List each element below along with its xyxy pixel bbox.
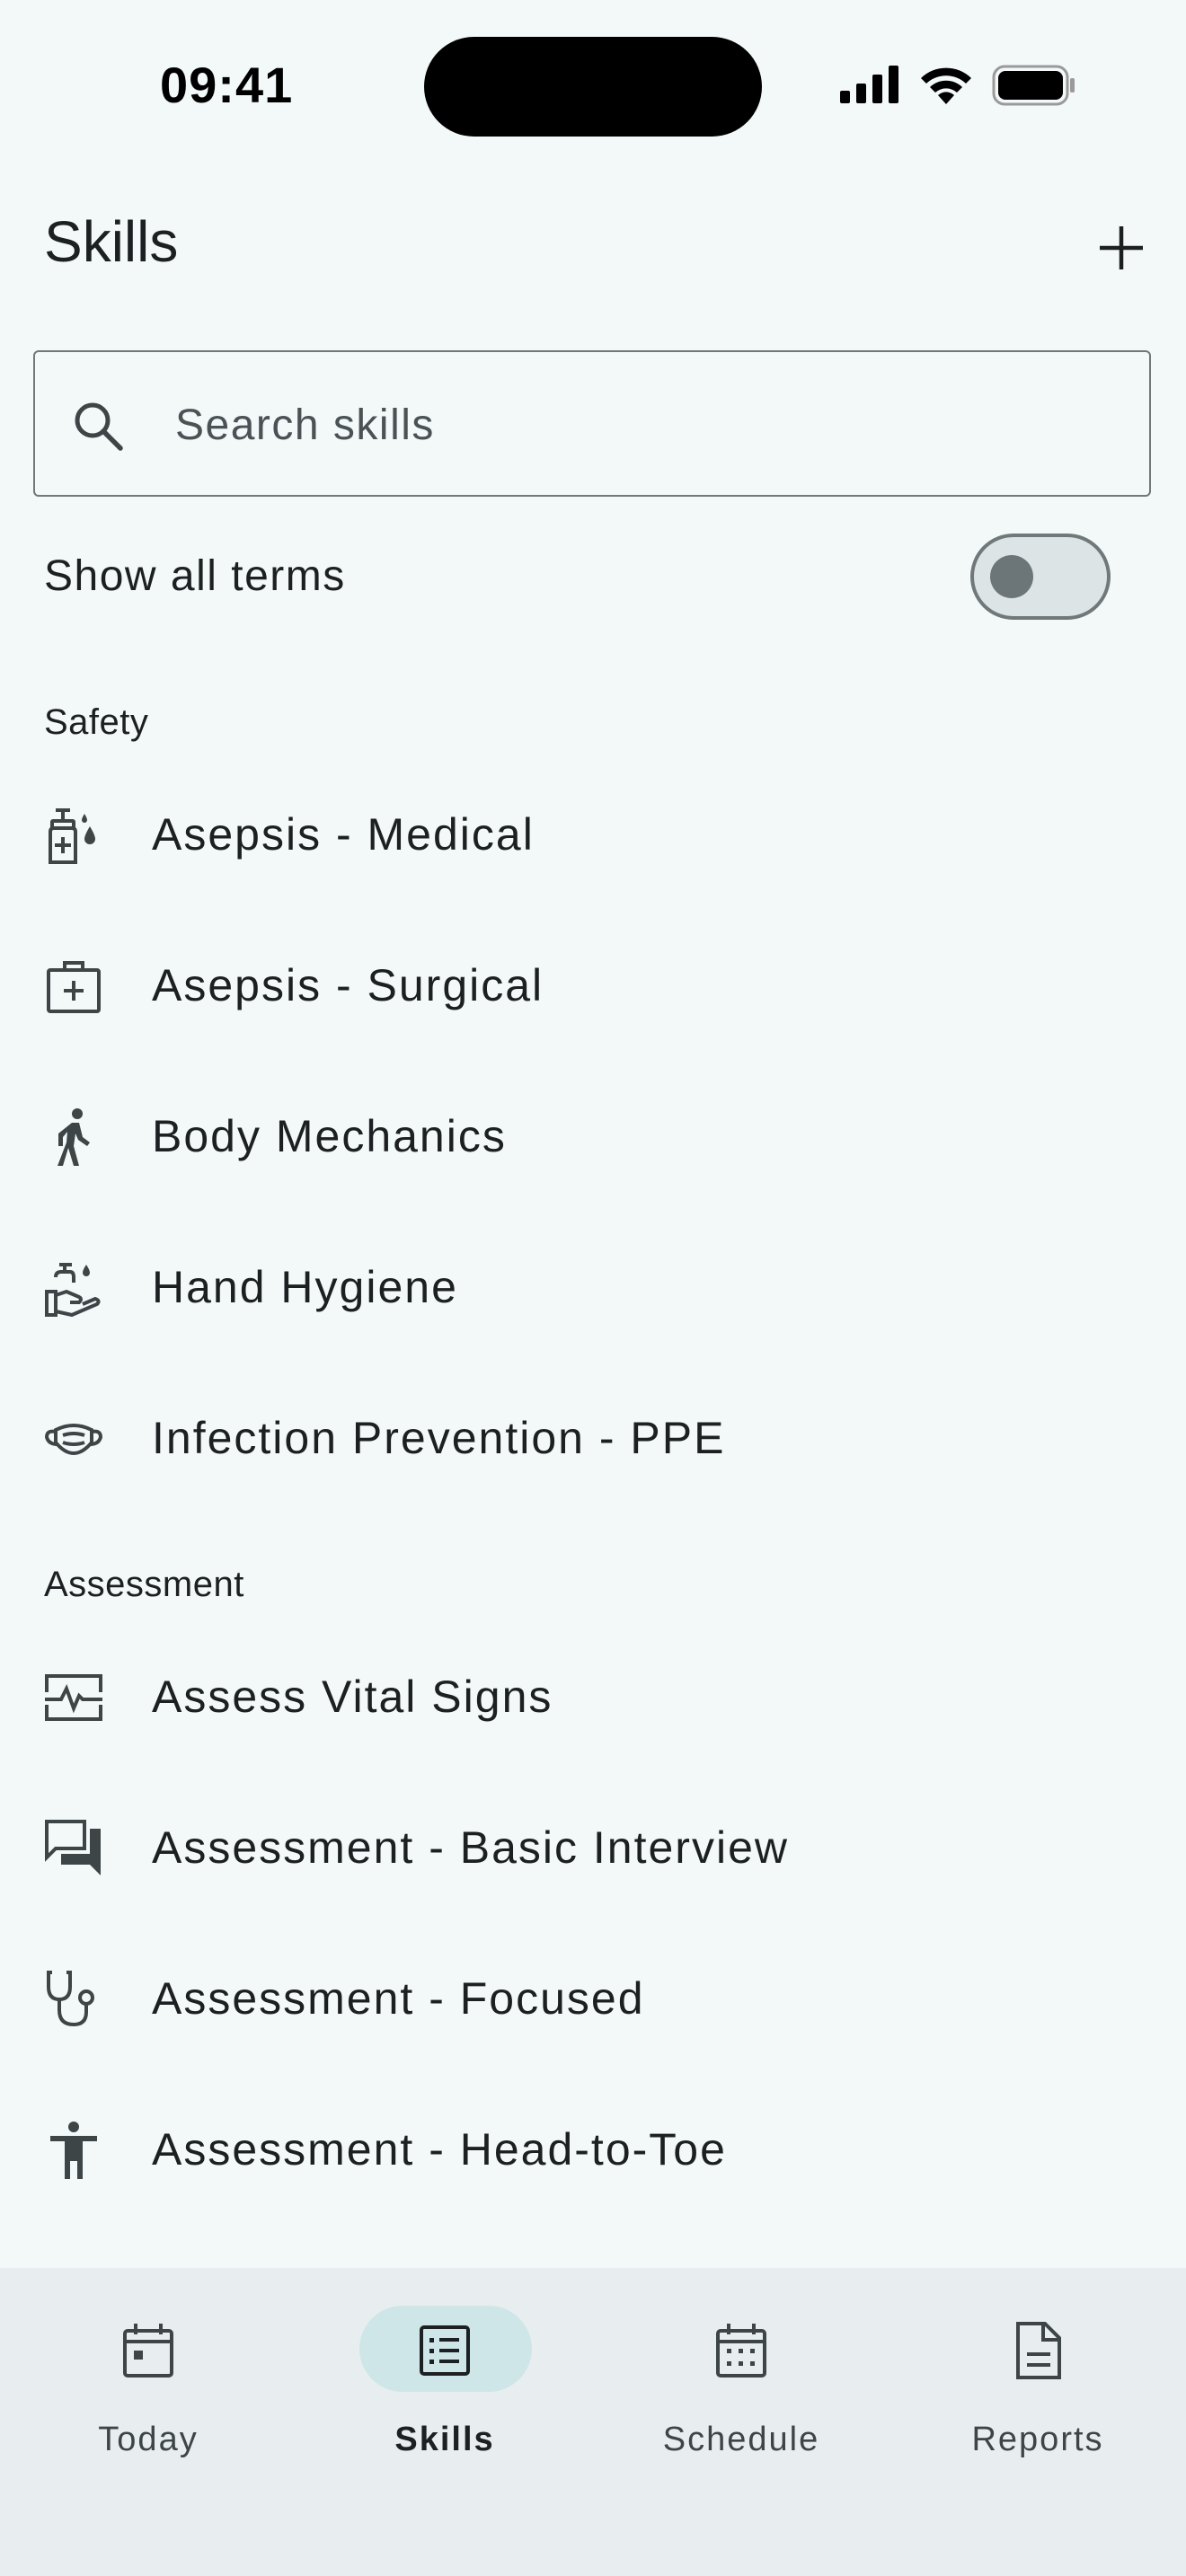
nav-label: Today [98,2421,199,2458]
stethoscope-icon [43,1969,104,2030]
plus-icon [1100,226,1143,269]
list-item-label: Hand Hygiene [152,1262,458,1312]
list-item[interactable]: Assessment - Head-to-Toe [0,2075,1186,2226]
chat-bubbles-icon [43,1818,104,1879]
calendar-today-icon [118,2320,179,2381]
search-icon [71,399,125,453]
nav-label: Schedule [662,2421,820,2458]
list-item-label: Infection Prevention - PPE [152,1413,726,1463]
list-item-label: Assessment - Focused [152,1973,645,2024]
add-skill-button[interactable] [1089,216,1154,280]
list-item[interactable]: Body Mechanics [0,1062,1186,1213]
show-all-terms-row: Show all terms [0,530,1186,629]
nav-label: Skills [394,2421,495,2458]
switch-knob [990,555,1033,598]
wifi-icon [918,63,974,104]
sanitizer-icon [43,805,104,866]
dynamic-island [424,37,762,137]
nav-item-schedule[interactable]: Schedule [593,2268,890,2466]
list-item[interactable]: Assessment - Basic Interview [0,1773,1186,1924]
list-item-label: Assessment - Basic Interview [152,1822,789,1873]
nav-label: Reports [971,2421,1104,2458]
hand-wash-icon [43,1257,104,1319]
list-item-label: Asepsis - Medical [152,809,535,860]
status-bar: 09:41 [0,0,1186,171]
section-header-assessment: Assessment [44,1565,244,1604]
list-item[interactable]: Assessment - Focused [0,1924,1186,2075]
search-input[interactable] [173,388,1075,462]
list-icon [414,2320,475,2381]
list-item-label: Assessment - Head-to-Toe [152,2124,727,2175]
document-icon [1007,2320,1068,2381]
section-header-safety: Safety [44,702,149,742]
list-item-label: Body Mechanics [152,1111,507,1161]
list-item[interactable]: Asepsis - Surgical [0,911,1186,1062]
page-title: Skills [44,209,179,274]
nav-item-skills[interactable]: Skills [296,2268,593,2466]
monitor-heart-icon [43,1667,104,1728]
list-item[interactable]: Hand Hygiene [0,1213,1186,1363]
medical-kit-icon [43,956,104,1017]
mask-icon [43,1408,104,1469]
show-all-terms-switch[interactable] [970,534,1111,620]
list-item[interactable]: Assess Vital Signs [0,1622,1186,1773]
nav-item-reports[interactable]: Reports [890,2268,1186,2466]
list-item[interactable]: Infection Prevention - PPE [0,1363,1186,1514]
cellular-signal-icon [840,66,901,105]
nav-item-today[interactable]: Today [0,2268,296,2466]
list-item-label: Assess Vital Signs [152,1672,553,1722]
search-field[interactable] [33,350,1151,497]
status-time: 09:41 [160,57,294,113]
bottom-navigation: Today Skills Schedule Reports [0,2268,1186,2576]
list-item-label: Asepsis - Surgical [152,960,544,1010]
list-item[interactable]: Asepsis - Medical [0,760,1186,911]
person-icon [43,2120,104,2181]
battery-icon [992,65,1076,106]
show-all-terms-label: Show all terms [44,552,346,600]
calendar-grid-icon [711,2320,772,2381]
walking-person-icon [43,1107,104,1168]
